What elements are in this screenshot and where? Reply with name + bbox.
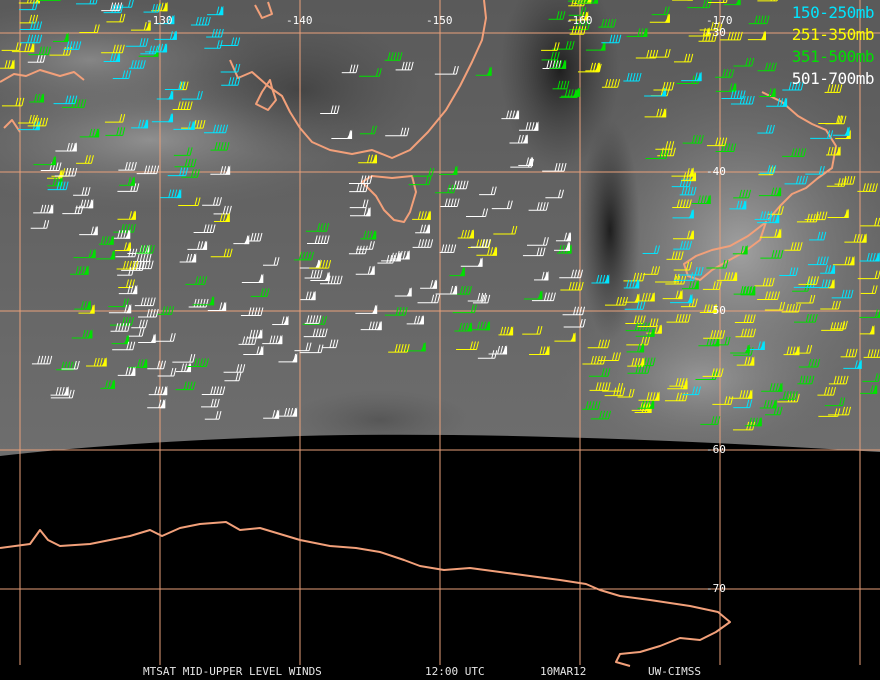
image-caption: MTSAT MID-UPPER LEVEL WINDS 12:00 UTC 10… (0, 664, 880, 680)
map-canvas (0, 0, 880, 667)
legend-entry-150-250mb: 150-250mb (791, 3, 875, 22)
longitude-label: -160 (566, 14, 593, 27)
longitude-label: -140 (286, 14, 313, 27)
latitude-label: -60 (706, 443, 726, 456)
latitude-label: -30 (706, 26, 726, 39)
legend-entry-351-500mb: 351-500mb (791, 47, 875, 66)
satellite-wind-map: -130 -140 -150 -160 -170 -30 -40 -50 -60… (0, 0, 880, 680)
pressure-level-legend: 150-250mb 251-350mb 351-500mb 501-700mb (791, 2, 875, 90)
source-credit: UW-CIMSS (648, 665, 701, 678)
latitude-label: -70 (706, 582, 726, 595)
observation-time: 12:00 UTC (425, 665, 485, 678)
legend-entry-251-350mb: 251-350mb (791, 25, 875, 44)
legend-entry-501-700mb: 501-700mb (791, 69, 875, 88)
product-name: MTSAT MID-UPPER LEVEL WINDS (143, 665, 322, 678)
longitude-label: -150 (426, 14, 453, 27)
observation-date: 10MAR12 (540, 665, 587, 678)
latitude-label: -40 (706, 165, 726, 178)
longitude-label: -130 (146, 14, 173, 27)
latitude-label: -50 (706, 304, 726, 317)
